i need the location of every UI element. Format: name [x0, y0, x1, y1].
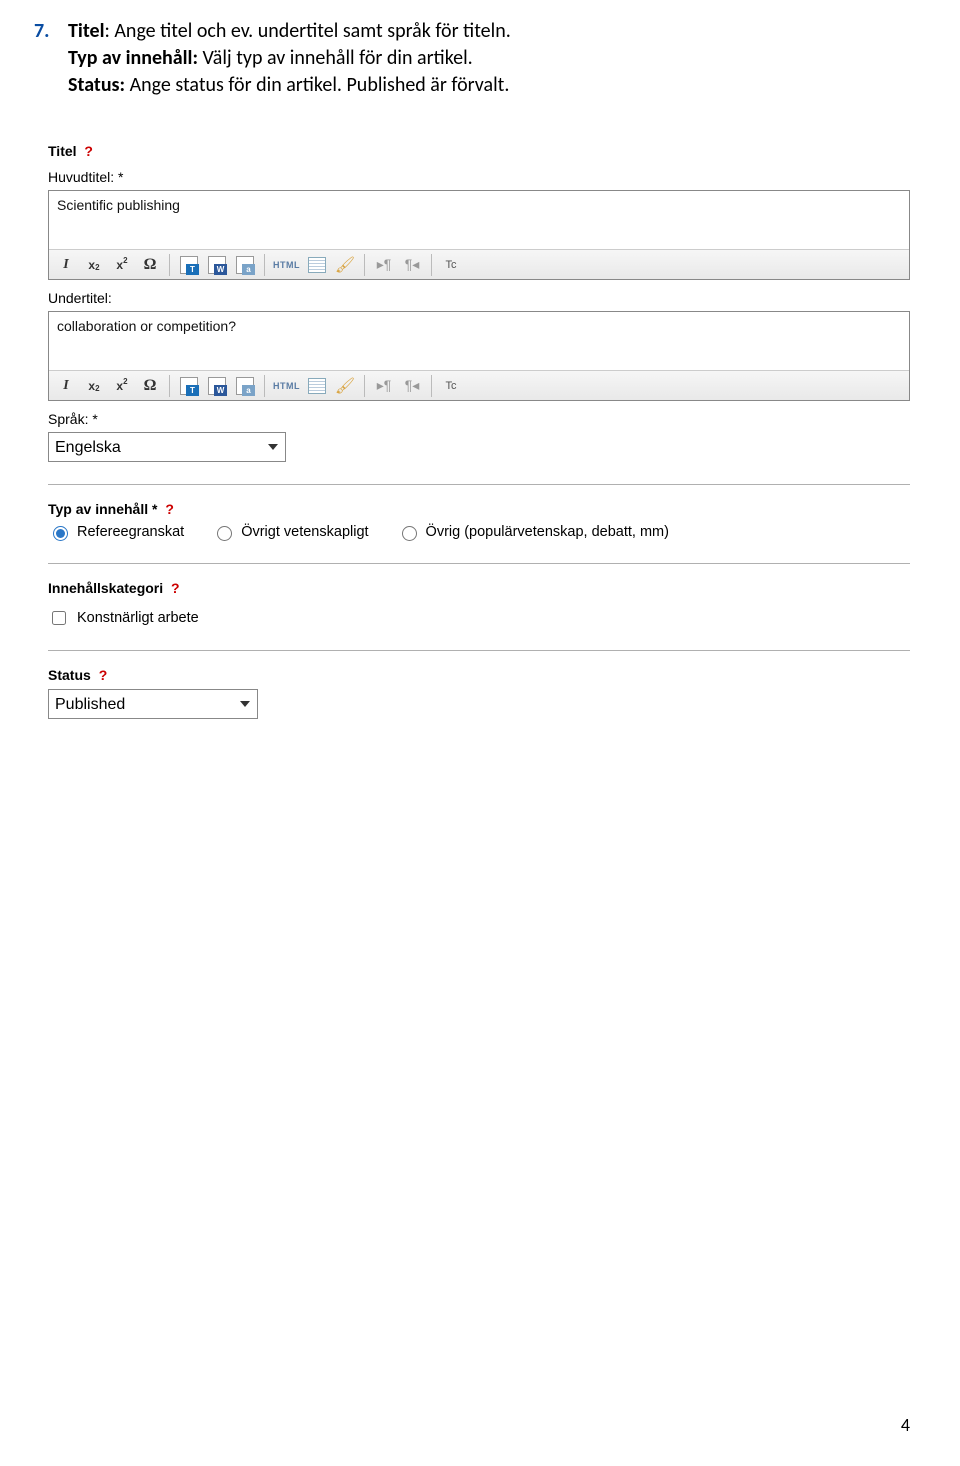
radio-ovrigt-vetenskapligt[interactable]: Övrigt vetenskapligt — [212, 523, 368, 541]
instr-label-typ: Typ av innehåll: — [68, 46, 198, 70]
subscript-button[interactable]: x2 — [83, 254, 105, 276]
radio-label: Refereegranskat — [77, 524, 184, 540]
heading-text: Titel — [48, 143, 77, 159]
radio-input-ovrig[interactable] — [402, 526, 417, 541]
help-icon[interactable]: ? — [99, 667, 108, 683]
superscript-button[interactable]: x2 — [111, 254, 133, 276]
paste-a-button[interactable]: a — [234, 254, 256, 276]
section-heading-kategori: Innehållskategori ? — [48, 580, 920, 596]
help-icon[interactable]: ? — [171, 580, 180, 596]
heading-text: Typ av innehåll * — [48, 501, 157, 517]
doc-a-icon: a — [236, 256, 254, 274]
radio-label: Övrig (populärvetenskap, debatt, mm) — [426, 524, 669, 540]
kategori-check-group: Konstnärligt arbete — [48, 608, 920, 628]
para-rtl-button[interactable]: ¶◂ — [401, 375, 423, 397]
paste-text-button[interactable]: T — [169, 254, 200, 276]
lines-button[interactable] — [306, 254, 328, 276]
radio-ovrig-popular[interactable]: Övrig (populärvetenskap, debatt, mm) — [397, 523, 669, 541]
para-ltr-button[interactable]: ▸¶ — [364, 375, 395, 397]
instruction-item: 7. Titel: Ange titel och ev. undertitel … — [34, 18, 920, 99]
instr-label-status: Status: — [68, 73, 125, 97]
section-heading-status: Status ? — [48, 667, 920, 683]
instr-label-titel: Titel — [68, 19, 104, 43]
doc-a-icon: a — [236, 377, 254, 395]
field-label-sprak: Språk: * — [48, 411, 920, 427]
doc-t-icon: T — [180, 256, 198, 274]
divider — [48, 563, 910, 564]
undertitel-input[interactable]: collaboration or competition? — [49, 312, 909, 370]
paste-word-button[interactable]: W — [206, 254, 228, 276]
para-rtl-button[interactable]: ¶◂ — [401, 254, 423, 276]
sprak-select-wrap: Engelska — [48, 432, 286, 462]
status-select[interactable]: Published — [48, 689, 258, 719]
doc-w-icon: W — [208, 377, 226, 395]
divider — [48, 650, 910, 651]
section-heading-titel: Titel ? — [48, 143, 920, 159]
help-icon[interactable]: ? — [84, 143, 93, 159]
field-label-undertitel: Undertitel: — [48, 290, 920, 306]
instr-text-2: Välj typ av innehåll för din artikel. — [198, 46, 473, 70]
undertitel-editor: collaboration or competition? I x2 x2 Ω … — [48, 311, 910, 401]
html-button[interactable]: HTML — [264, 254, 300, 276]
doc-w-icon: W — [208, 256, 226, 274]
italic-button[interactable]: I — [55, 254, 77, 276]
instr-text-3: Ange status för din artikel. Published ä… — [125, 73, 509, 97]
tc-button[interactable]: Tc — [431, 254, 462, 276]
paste-word-button[interactable]: W — [206, 375, 228, 397]
cleanup-button[interactable]: 🖌 — [334, 254, 356, 276]
radio-refereegranskat[interactable]: Refereegranskat — [48, 523, 184, 541]
heading-text: Innehållskategori — [48, 580, 163, 596]
italic-button[interactable]: I — [55, 375, 77, 397]
subscript-button[interactable]: x2 — [83, 375, 105, 397]
lines-button[interactable] — [306, 375, 328, 397]
paste-a-button[interactable]: a — [234, 375, 256, 397]
typ-radio-group: Refereegranskat Övrigt vetenskapligt Övr… — [48, 523, 920, 541]
symbol-button[interactable]: Ω — [139, 254, 161, 276]
rte-toolbar-2: I x2 x2 Ω T W a HTML 🖌 ▸¶ ¶◂ Tc — [49, 370, 909, 400]
section-heading-typ: Typ av innehåll * ? — [48, 501, 920, 517]
lines-icon — [308, 257, 326, 273]
status-select-wrap: Published — [48, 689, 258, 719]
sprak-select[interactable]: Engelska — [48, 432, 286, 462]
help-icon[interactable]: ? — [165, 501, 174, 517]
huvudtitel-editor: Scientific publishing I x2 x2 Ω T W a HT… — [48, 190, 910, 280]
lines-icon — [308, 378, 326, 394]
cleanup-button[interactable]: 🖌 — [334, 375, 356, 397]
radio-input-ovrigt-vet[interactable] — [217, 526, 232, 541]
page-number: 4 — [901, 1414, 910, 1436]
radio-label: Övrigt vetenskapligt — [241, 524, 368, 540]
huvudtitel-input[interactable]: Scientific publishing — [49, 191, 909, 249]
doc-t-icon: T — [180, 377, 198, 395]
divider — [48, 484, 910, 485]
instruction-number: 7. — [34, 18, 68, 99]
superscript-button[interactable]: x2 — [111, 375, 133, 397]
paste-text-button[interactable]: T — [169, 375, 200, 397]
instr-text-1: : Ange titel och ev. undertitel samt spr… — [104, 19, 510, 43]
heading-text: Status — [48, 667, 91, 683]
field-label-huvudtitel: Huvudtitel: * — [48, 169, 920, 185]
instruction-body: Titel: Ange titel och ev. undertitel sam… — [68, 18, 920, 99]
rte-toolbar: I x2 x2 Ω T W a HTML 🖌 ▸¶ ¶◂ Tc — [49, 249, 909, 279]
checkbox-input-konst[interactable] — [52, 611, 66, 625]
form-panel: Titel ? Huvudtitel: * Scientific publish… — [48, 143, 920, 719]
para-ltr-button[interactable]: ▸¶ — [364, 254, 395, 276]
radio-input-referee[interactable] — [53, 526, 68, 541]
symbol-button[interactable]: Ω — [139, 375, 161, 397]
checkbox-konstnarligt[interactable]: Konstnärligt arbete — [48, 608, 920, 628]
html-button[interactable]: HTML — [264, 375, 300, 397]
tc-button[interactable]: Tc — [431, 375, 462, 397]
checkbox-label: Konstnärligt arbete — [77, 610, 199, 626]
